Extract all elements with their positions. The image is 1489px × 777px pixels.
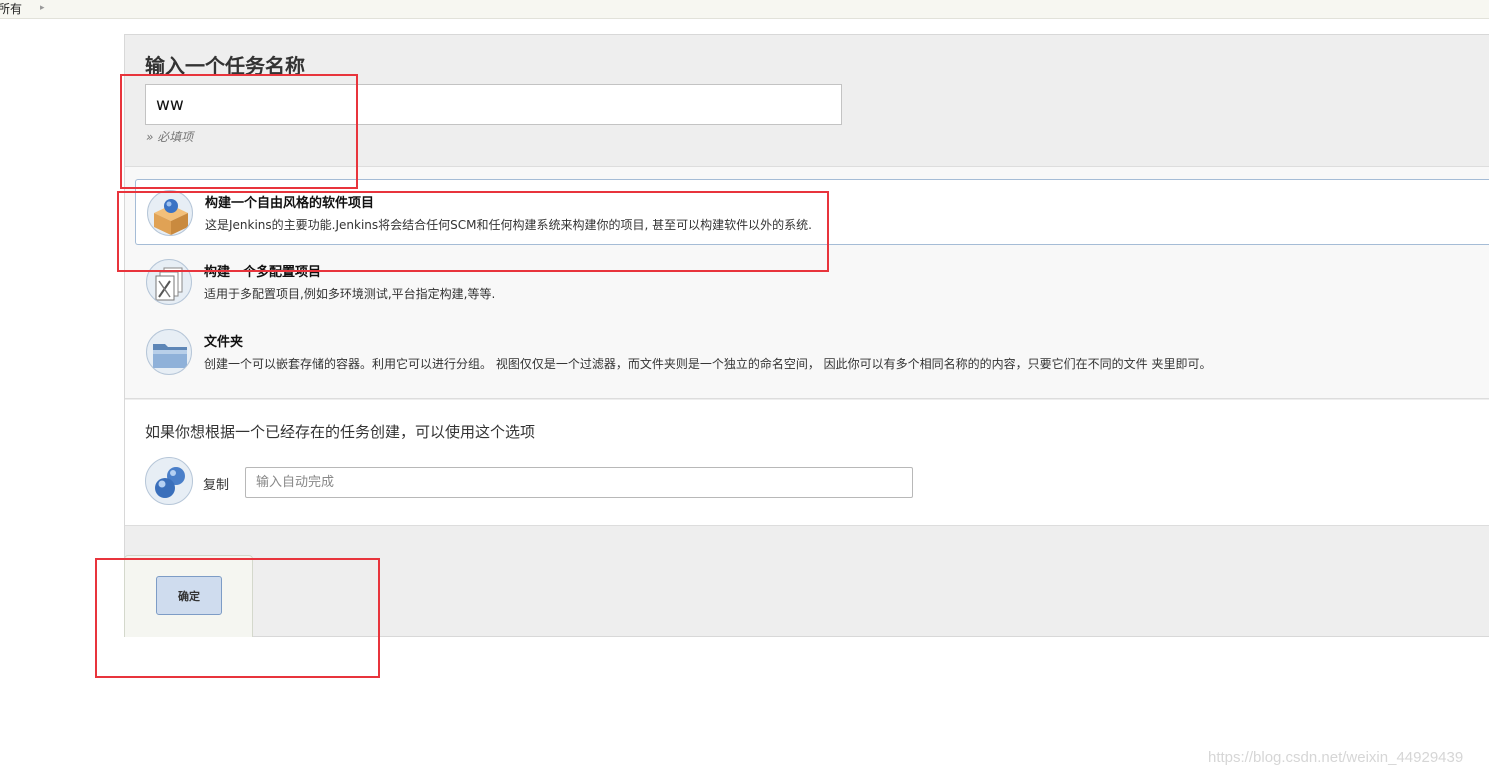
item-type-label: 文件夹 (204, 335, 244, 350)
watermark: https://blog.csdn.net/weixin_44929439 (1208, 749, 1464, 766)
item-type-freestyle[interactable]: 构建一个自由风格的软件项目 这是Jenkins的主要功能.Jenkins将会结合… (135, 179, 1489, 245)
item-name-title: 输入一个任务名称 (145, 54, 305, 78)
copy-section-title: 如果你想根据一个已经存在的任务创建，可以使用这个选项 (145, 423, 536, 441)
required-hint: » 必填项 (146, 130, 194, 144)
ok-button[interactable]: 确定 (156, 576, 222, 615)
breadcrumb-arrow-icon[interactable]: ▸ (40, 3, 45, 13)
item-type-label: 构建一个多配置项目 (204, 265, 322, 280)
copy-spheres-icon (145, 457, 193, 505)
breadcrumb: 所有 ▸ (0, 0, 1489, 19)
copy-section (125, 400, 1489, 526)
item-type-folder[interactable]: 文件夹 创建一个可以嵌套存储的容器。利用它可以进行分组。 视图仅仅是一个过滤器，… (135, 319, 1489, 385)
item-type-description: 创建一个可以嵌套存储的容器。利用它可以进行分组。 视图仅仅是一个过滤器，而文件夹… (204, 357, 1212, 371)
item-type-description: 这是Jenkins的主要功能.Jenkins将会结合任何SCM和任何构建系统来构… (205, 218, 812, 232)
freestyle-box-icon (147, 190, 193, 236)
item-type-multi-config[interactable]: 构建一个多配置项目 适用于多配置项目,例如多环境测试,平台指定构建,等等. (135, 249, 1489, 315)
item-type-description: 适用于多配置项目,例如多环境测试,平台指定构建,等等. (204, 287, 496, 301)
multi-config-icon (146, 259, 192, 305)
item-type-label: 构建一个自由风格的软件项目 (205, 196, 375, 211)
copy-label: 复制 (203, 478, 230, 493)
folder-icon (146, 329, 192, 375)
item-name-input[interactable] (145, 84, 842, 125)
breadcrumb-item-all[interactable]: 所有 (0, 0, 22, 17)
copy-from-input[interactable] (245, 467, 913, 498)
